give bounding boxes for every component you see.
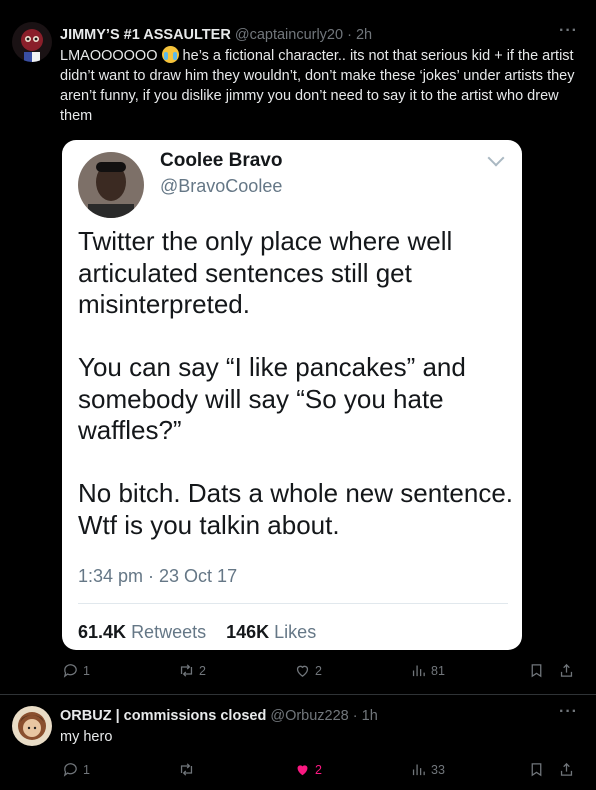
analytics-icon: [412, 665, 425, 677]
avatar[interactable]: [12, 22, 52, 62]
tweet[interactable]: ORBUZ | commissions closed @Orbuz228 · 1…: [0, 695, 596, 790]
reply-icon: [63, 763, 77, 777]
avatar[interactable]: [12, 706, 52, 746]
analytics-icon: [412, 764, 425, 776]
retweet-icon: [180, 763, 193, 776]
embedded-author-handle: @BravoCoolee: [160, 176, 283, 196]
reply-button[interactable]: 1: [62, 662, 90, 679]
share-icon: [560, 663, 573, 677]
tweet-header: JIMMY’S #1 ASSAULTER @captaincurly20 · 2…: [60, 27, 373, 43]
tweet[interactable]: JIMMY’S #1 ASSAULTER @captaincurly20 · 2…: [0, 0, 596, 695]
like-button[interactable]: 2: [294, 761, 322, 778]
heart-icon: [296, 665, 309, 677]
author-handle[interactable]: @captaincurly20: [235, 27, 343, 43]
loudly-crying-face-icon: [161, 46, 179, 63]
embedded-tweet-text: Twitter the only place where well articu…: [78, 226, 514, 540]
bookmark-button[interactable]: [528, 761, 545, 778]
more-options-icon[interactable]: ···: [559, 22, 578, 40]
share-icon: [560, 762, 573, 776]
chevron-down-icon: [487, 149, 505, 167]
embedded-timestamp: 1:34 pm · 23 Oct 17: [78, 566, 238, 586]
embedded-avatar: [78, 152, 144, 218]
author-name[interactable]: ORBUZ | commissions closed: [60, 708, 266, 724]
reply-button[interactable]: 1: [62, 761, 90, 778]
more-options-icon[interactable]: ···: [559, 703, 578, 721]
retweet-icon: [180, 664, 193, 677]
tweet-header: ORBUZ | commissions closed @Orbuz228 · 1…: [60, 708, 378, 724]
heart-filled-icon: [297, 765, 308, 776]
bookmark-icon: [531, 664, 542, 678]
tweet-time[interactable]: 2h: [356, 27, 372, 43]
reply-icon: [63, 664, 77, 678]
tweet-text: my hero: [60, 729, 113, 745]
retweet-button[interactable]: [178, 761, 199, 778]
author-handle[interactable]: @Orbuz228: [270, 708, 348, 724]
embedded-stats: 61.4K Retweets 146K Likes: [78, 622, 317, 642]
tweet-actions: 1 2 33: [60, 761, 580, 781]
divider: [78, 603, 508, 604]
share-button[interactable]: [558, 761, 575, 778]
like-button[interactable]: 2: [294, 662, 322, 679]
share-button[interactable]: [558, 662, 575, 679]
embedded-author-name: Coolee Bravo: [160, 150, 283, 171]
views-button[interactable]: 81: [410, 662, 445, 679]
retweet-button[interactable]: 2: [178, 662, 206, 679]
author-name[interactable]: JIMMY’S #1 ASSAULTER: [60, 27, 231, 43]
tweet-actions: 1 2 2 81: [60, 662, 580, 682]
bookmark-button[interactable]: [528, 662, 545, 679]
tweet-text: LMAOOOOOO he’s a fictional character.. i…: [60, 46, 575, 124]
views-button[interactable]: 33: [410, 761, 445, 778]
tweet-time[interactable]: 1h: [362, 708, 378, 724]
bookmark-icon: [531, 763, 542, 777]
embedded-image[interactable]: Coolee Bravo @BravoCoolee Twitter the on…: [62, 140, 522, 650]
